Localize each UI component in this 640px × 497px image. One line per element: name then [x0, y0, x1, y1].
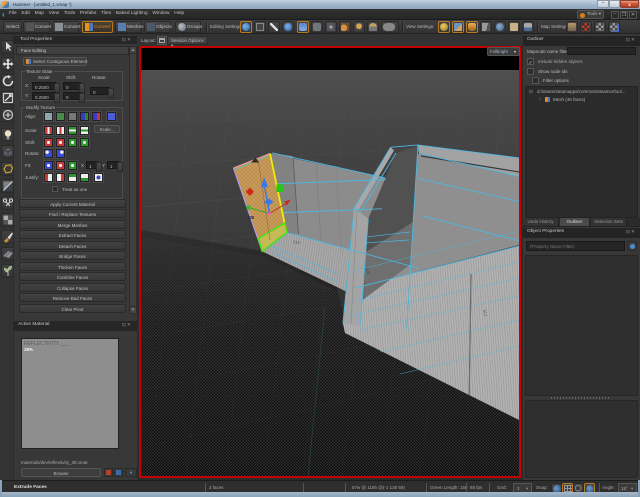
svg-text:128: 128	[247, 215, 255, 220]
